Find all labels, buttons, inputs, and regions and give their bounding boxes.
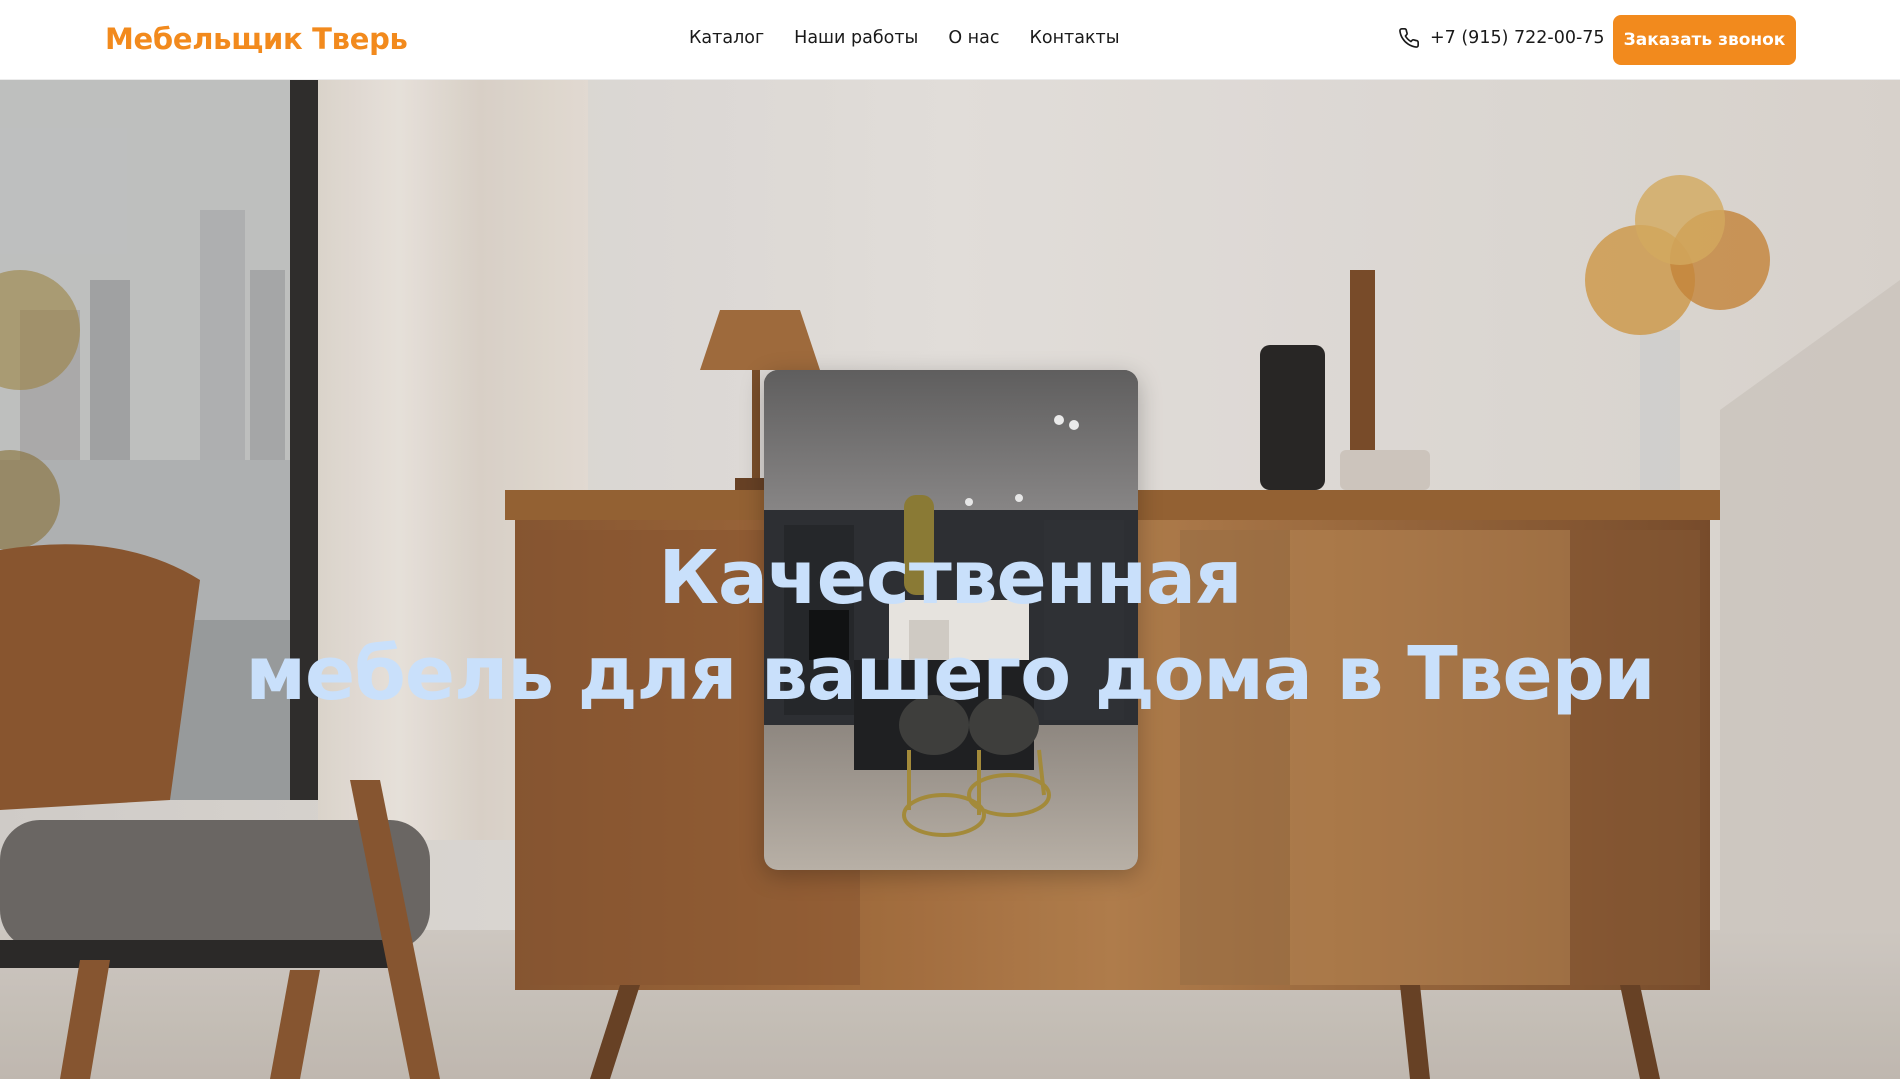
order-call-button[interactable]: Заказать звонок: [1613, 15, 1796, 65]
hero-title: Качественная мебель для вашего дома в Тв…: [0, 530, 1900, 722]
nav-item-catalog[interactable]: Каталог: [689, 28, 764, 48]
site-header: Мебельщик Тверь Каталог Наши работы О на…: [0, 0, 1900, 80]
hero-section: Качественная мебель для вашего дома в Тв…: [0, 80, 1900, 1079]
hero-title-line-2: мебель для вашего дома в Твери: [245, 631, 1655, 717]
phone-number[interactable]: +7 (915) 722-00-75: [1430, 28, 1605, 48]
hero-title-line-1: Качественная: [658, 535, 1243, 621]
phone-link[interactable]: +7 (915) 722-00-75: [1398, 27, 1605, 49]
nav-item-contacts[interactable]: Контакты: [1029, 28, 1119, 48]
nav-item-works[interactable]: Наши работы: [794, 28, 918, 48]
nav-item-about[interactable]: О нас: [948, 28, 999, 48]
main-nav: Каталог Наши работы О нас Контакты: [689, 28, 1120, 48]
phone-icon: [1398, 27, 1420, 49]
logo[interactable]: Мебельщик Тверь: [105, 22, 408, 56]
